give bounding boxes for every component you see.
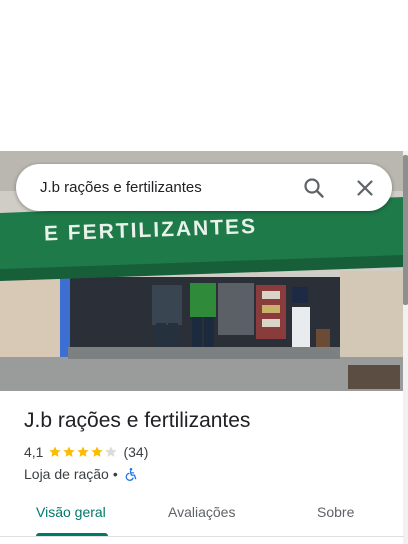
review-count[interactable]: (34) [123, 444, 148, 460]
scrollbar-thumb[interactable] [403, 155, 408, 305]
category-row: Loja de ração • [24, 465, 138, 483]
star-icon [77, 446, 90, 457]
wheelchair-icon [124, 467, 138, 481]
star-icon [63, 446, 76, 457]
category-label: Loja de ração [24, 466, 109, 482]
separator-dot: • [112, 466, 118, 482]
search-icon[interactable] [302, 176, 326, 200]
search-input[interactable]: J.b rações e fertilizantes [40, 164, 202, 211]
tab-divider [0, 536, 404, 537]
star-rating [48, 445, 118, 459]
star-icon [105, 446, 118, 457]
star-icon [91, 446, 104, 457]
rating-value: 4,1 [24, 444, 44, 460]
tab-reviews[interactable]: Avaliações [168, 504, 235, 524]
rating-row[interactable]: 4,1 (34) [24, 443, 148, 461]
star-icon [49, 446, 62, 457]
tab-overview[interactable]: Visão geral [36, 504, 106, 524]
search-bar[interactable]: J.b rações e fertilizantes [16, 164, 392, 211]
place-page: E FERTILIZANTES J.b rações e fertilizant… [0, 0, 408, 544]
place-title: J.b rações e fertilizantes [24, 409, 251, 432]
close-icon[interactable] [353, 176, 377, 200]
tab-about[interactable]: Sobre [317, 504, 354, 524]
scrollbar[interactable] [403, 151, 408, 544]
